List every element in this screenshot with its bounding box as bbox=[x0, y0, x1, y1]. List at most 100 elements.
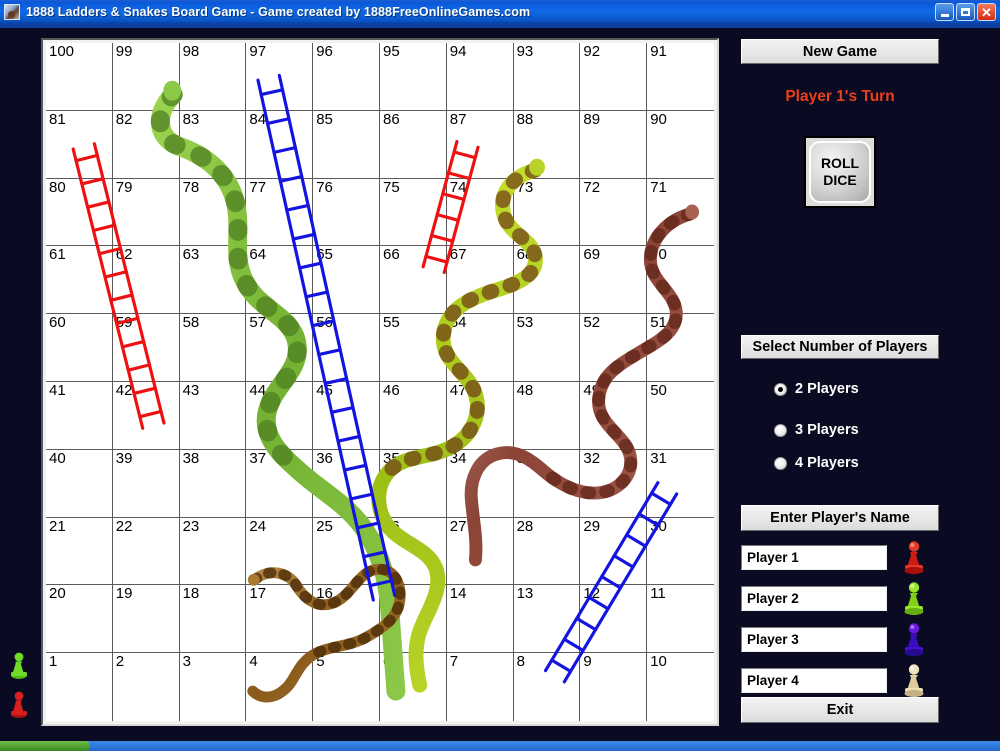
board-cell-26[interactable]: 26 bbox=[380, 517, 447, 586]
board-cell-23[interactable]: 23 bbox=[179, 517, 247, 586]
board-cell-22[interactable]: 22 bbox=[112, 517, 180, 586]
board-cell-25[interactable]: 25 bbox=[313, 517, 380, 586]
board-cell-93[interactable]: 93 bbox=[513, 43, 581, 111]
board-cell-10[interactable]: 10 bbox=[647, 653, 714, 721]
game-board[interactable]: 100 99 98 97 96 95 94 93 92 91 81 82 83 84 85 86 87 88 89 9… bbox=[46, 43, 714, 721]
board-cell-53[interactable]: 53 bbox=[513, 314, 581, 382]
board-cell-14[interactable]: 14 bbox=[446, 585, 514, 654]
board-cell-20[interactable]: 20 bbox=[46, 585, 113, 654]
board-cell-39[interactable]: 39 bbox=[112, 449, 180, 518]
board-cell-96[interactable]: 96 bbox=[313, 43, 380, 111]
board-cell-33[interactable]: 33 bbox=[513, 449, 581, 518]
board-cell-18[interactable]: 18 bbox=[179, 585, 247, 654]
board-cell-52[interactable]: 52 bbox=[580, 314, 648, 382]
board-cell-47[interactable]: 47 bbox=[446, 382, 514, 450]
board-cell-66[interactable]: 66 bbox=[380, 246, 447, 315]
board-cell-62[interactable]: 62 bbox=[112, 246, 180, 315]
board-cell-77[interactable]: 77 bbox=[246, 178, 314, 247]
radio-4-players[interactable]: 4 Players bbox=[774, 455, 859, 471]
board-cell-100[interactable]: 100 bbox=[46, 43, 113, 111]
board-cell-31[interactable]: 31 bbox=[647, 450, 714, 518]
board-cell-92[interactable]: 92 bbox=[580, 43, 648, 111]
board-cell-87[interactable]: 87 bbox=[446, 110, 514, 179]
start-button[interactable] bbox=[0, 741, 90, 751]
board-cell-2[interactable]: 2 bbox=[113, 653, 180, 721]
board-cell-89[interactable]: 89 bbox=[580, 110, 648, 179]
board-cell-37[interactable]: 37 bbox=[246, 449, 314, 518]
new-game-button[interactable]: New Game bbox=[741, 39, 939, 64]
board-cell-11[interactable]: 11 bbox=[647, 585, 714, 654]
board-cell-65[interactable]: 65 bbox=[313, 246, 380, 315]
player-2-name-input[interactable] bbox=[741, 585, 887, 611]
board-cell-3[interactable]: 3 bbox=[180, 653, 247, 721]
board-cell-35[interactable]: 35 bbox=[380, 449, 447, 518]
player-4-name-input[interactable] bbox=[741, 667, 887, 693]
board-cell-51[interactable]: 51 bbox=[647, 314, 714, 382]
board-cell-78[interactable]: 78 bbox=[179, 178, 247, 247]
board-cell-13[interactable]: 13 bbox=[513, 585, 581, 654]
board-cell-30[interactable]: 30 bbox=[647, 518, 714, 586]
board-cell-40[interactable]: 40 bbox=[46, 449, 113, 518]
board-cell-9[interactable]: 9 bbox=[580, 653, 648, 721]
close-button[interactable]: ✕ bbox=[977, 3, 996, 21]
player-3-name-input[interactable] bbox=[741, 626, 887, 652]
board-cell-90[interactable]: 90 bbox=[647, 111, 714, 179]
board-cell-43[interactable]: 43 bbox=[179, 382, 247, 450]
minimize-button[interactable] bbox=[935, 3, 954, 21]
board-cell-19[interactable]: 19 bbox=[112, 585, 180, 654]
board-cell-64[interactable]: 64 bbox=[246, 246, 314, 315]
board-cell-21[interactable]: 21 bbox=[46, 517, 113, 586]
board-cell-83[interactable]: 83 bbox=[179, 110, 247, 179]
board-cell-32[interactable]: 32 bbox=[580, 449, 648, 518]
board-cell-6[interactable]: 6 bbox=[380, 653, 447, 721]
maximize-button[interactable] bbox=[956, 3, 975, 21]
board-cell-34[interactable]: 34 bbox=[446, 449, 514, 518]
board-cell-60[interactable]: 60 bbox=[46, 314, 113, 382]
board-cell-12[interactable]: 12 bbox=[580, 585, 648, 654]
board-cell-56[interactable]: 56 bbox=[313, 314, 380, 382]
board-cell-75[interactable]: 75 bbox=[380, 178, 447, 247]
board-cell-98[interactable]: 98 bbox=[179, 43, 247, 111]
radio-2-players[interactable]: 2 Players bbox=[774, 381, 859, 397]
board-cell-45[interactable]: 45 bbox=[313, 382, 380, 450]
board-cell-15[interactable]: 15 bbox=[380, 585, 447, 654]
board-cell-1[interactable]: 1 bbox=[46, 653, 113, 721]
board-cell-71[interactable]: 71 bbox=[647, 179, 714, 247]
board-cell-46[interactable]: 46 bbox=[380, 382, 447, 450]
board-cell-7[interactable]: 7 bbox=[447, 653, 514, 721]
board-cell-61[interactable]: 61 bbox=[46, 246, 113, 315]
roll-dice-button[interactable]: ROLL DICE bbox=[804, 136, 876, 208]
enter-players-name-label[interactable]: Enter Player's Name bbox=[741, 505, 939, 531]
board-cell-16[interactable]: 16 bbox=[313, 585, 380, 654]
board-cell-28[interactable]: 28 bbox=[513, 517, 581, 586]
board-cell-91[interactable]: 91 bbox=[647, 43, 714, 111]
board-cell-67[interactable]: 67 bbox=[446, 246, 514, 315]
board-cell-27[interactable]: 27 bbox=[446, 517, 514, 586]
board-cell-48[interactable]: 48 bbox=[513, 382, 581, 450]
radio-3-players[interactable]: 3 Players bbox=[774, 422, 859, 438]
board-cell-85[interactable]: 85 bbox=[313, 110, 380, 179]
board-cell-44[interactable]: 44 bbox=[246, 382, 314, 450]
board-cell-38[interactable]: 38 bbox=[179, 449, 247, 518]
board-cell-76[interactable]: 76 bbox=[313, 178, 380, 247]
board-cell-5[interactable]: 5 bbox=[313, 653, 380, 721]
board-cell-8[interactable]: 8 bbox=[514, 653, 581, 721]
board-cell-63[interactable]: 63 bbox=[179, 246, 247, 315]
board-cell-42[interactable]: 42 bbox=[112, 382, 180, 450]
select-number-of-players-label[interactable]: Select Number of Players bbox=[741, 335, 939, 359]
board-cell-59[interactable]: 59 bbox=[112, 314, 180, 382]
board-cell-58[interactable]: 58 bbox=[179, 314, 247, 382]
board-cell-74[interactable]: 74 bbox=[446, 178, 514, 247]
exit-button[interactable]: Exit bbox=[741, 697, 939, 723]
board-cell-24[interactable]: 24 bbox=[246, 517, 314, 586]
board-cell-94[interactable]: 94 bbox=[446, 43, 514, 111]
board-cell-99[interactable]: 99 bbox=[112, 43, 180, 111]
board-cell-84[interactable]: 84 bbox=[246, 110, 314, 179]
board-cell-57[interactable]: 57 bbox=[246, 314, 314, 382]
board-cell-72[interactable]: 72 bbox=[580, 178, 648, 247]
board-cell-4[interactable]: 4 bbox=[246, 653, 314, 721]
board-cell-29[interactable]: 29 bbox=[580, 517, 648, 586]
board-cell-41[interactable]: 41 bbox=[46, 382, 113, 450]
board-cell-97[interactable]: 97 bbox=[246, 43, 314, 111]
board-cell-36[interactable]: 36 bbox=[313, 449, 380, 518]
